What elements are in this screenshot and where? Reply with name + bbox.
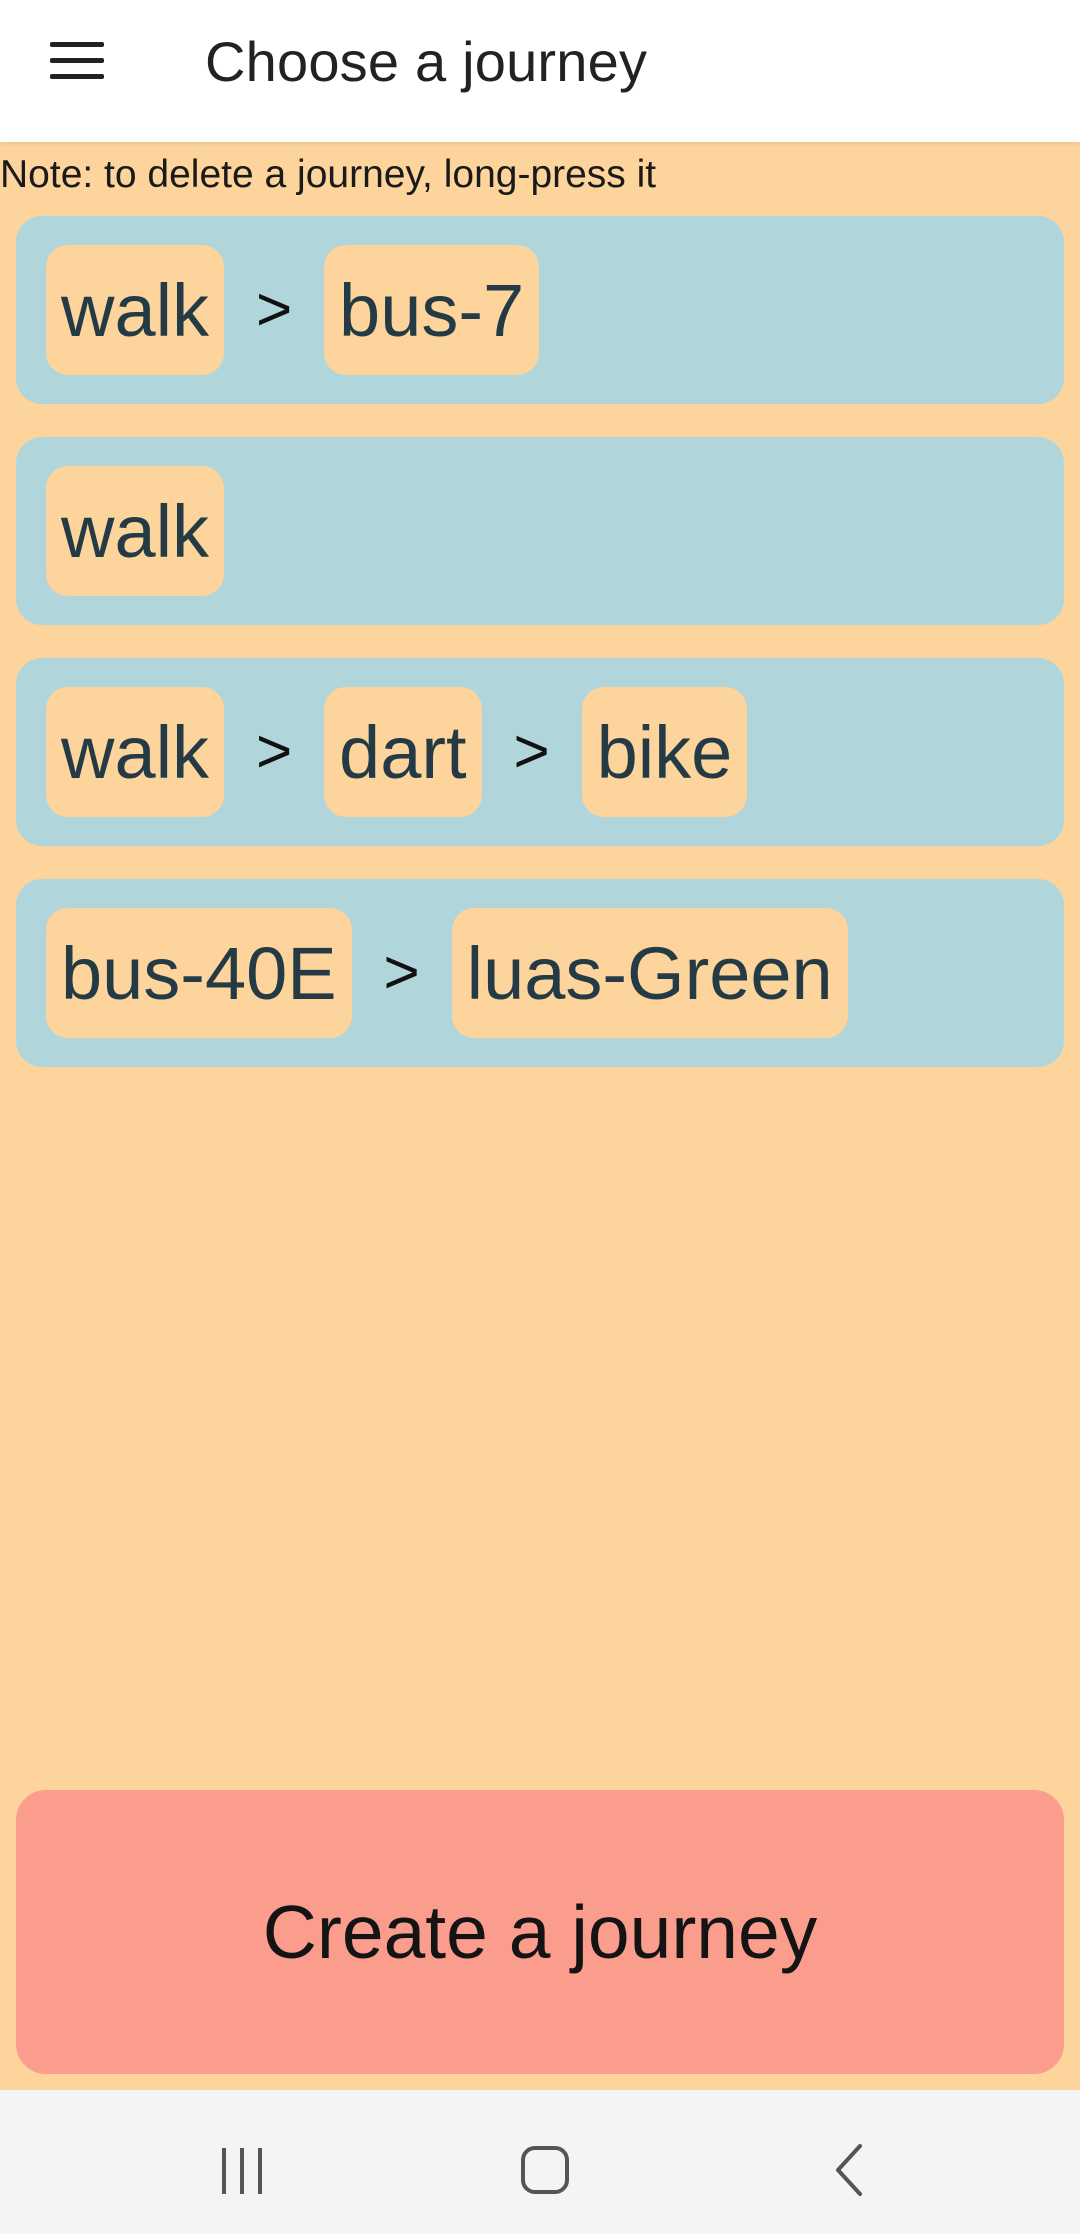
recent-apps-icon[interactable]	[202, 2130, 282, 2210]
leg-separator: >	[255, 717, 293, 786]
leg-chip: walk	[46, 245, 225, 375]
hamburger-menu-icon[interactable]	[44, 36, 112, 86]
leg-separator: >	[255, 275, 293, 344]
leg-chip: walk	[46, 687, 225, 817]
leg-chip: bus-40E	[46, 908, 352, 1038]
leg-separator: >	[513, 717, 550, 786]
delete-hint-note: Note: to delete a journey, long-press it	[0, 153, 657, 196]
journey-item[interactable]: walk > bus-7	[16, 216, 1064, 404]
leg-chip: bus-7	[324, 245, 540, 375]
leg-chip: walk	[46, 466, 225, 596]
app-bar: Choose a journey	[0, 0, 1080, 142]
journey-item[interactable]: walk > dart > bike	[16, 658, 1064, 846]
create-journey-button[interactable]: Create a journey	[16, 1790, 1064, 2074]
back-icon[interactable]	[808, 2130, 888, 2210]
home-icon[interactable]	[505, 2130, 585, 2210]
leg-chip: bike	[581, 687, 748, 817]
system-nav-bar	[0, 2090, 1080, 2234]
leg-chip: luas-Green	[451, 908, 848, 1038]
page-title: Choose a journey	[205, 30, 648, 93]
leg-separator: >	[383, 938, 420, 1007]
leg-chip: dart	[324, 687, 482, 817]
journey-item[interactable]: bus-40E > luas-Green	[16, 879, 1064, 1067]
journey-item[interactable]: walk	[16, 437, 1064, 625]
